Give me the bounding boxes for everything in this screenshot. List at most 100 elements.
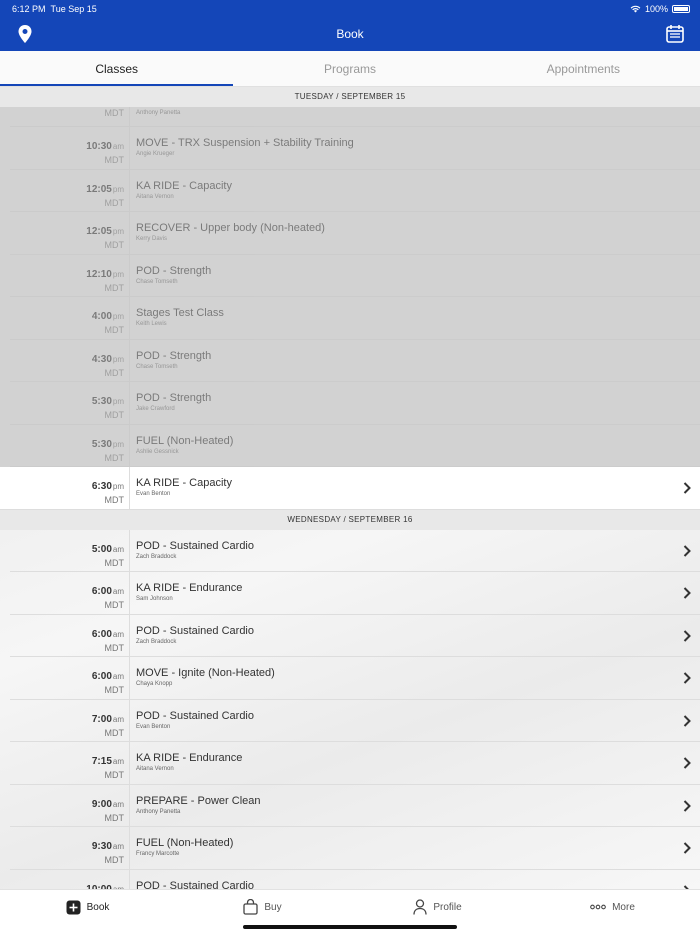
class-name: POD - Strength [136, 349, 212, 362]
class-name: POD - Sustained Cardio [136, 624, 254, 637]
class-info: POD - Sustained Cardio [136, 880, 254, 890]
class-time: 5:00 [91, 543, 112, 555]
instructor-name: Chase Tomseth [136, 363, 178, 370]
time-cell: 6:30pm MDT [10, 467, 130, 509]
class-row[interactable]: 7:00am MDT POD - Sustained Cardio Evan Bent… [10, 699, 700, 742]
tab-appointments[interactable]: Appointments [467, 51, 700, 86]
class-info: MOVE - TRX Suspension + Stability Traini… [136, 137, 354, 157]
class-info: Anthony Panetta [136, 110, 181, 116]
class-row: 10:30am MDT MOVE - TRX Suspension + Stabil… [10, 127, 700, 170]
date-header: TUESDAY / SEPTEMBER 15 [0, 87, 700, 107]
battery-percent: 100% [644, 3, 668, 14]
time-cell: 10:00am [10, 869, 130, 889]
class-ampm: pm [112, 269, 124, 279]
class-time: 6:00 [91, 671, 112, 682]
instructor-name: Ashlie Gessnick [136, 448, 179, 455]
class-row[interactable]: 9:30am MDT FUEL (Non-Heated) Francy Marcott… [10, 827, 700, 870]
class-time: 7:00 [91, 713, 112, 725]
chevron-right-icon [683, 842, 691, 854]
class-time: 4:30 [91, 353, 112, 365]
class-timezone: MDT [104, 155, 125, 165]
class-time: 12:10 [86, 268, 112, 280]
class-info: KA RIDE - Capacity Aitana Vernon [136, 180, 232, 200]
instructor-name: Zach Braddock [136, 553, 177, 560]
class-row[interactable]: 5:00am MDT POD - Sustained Cardio Zach Brad… [10, 529, 700, 572]
class-timezone: MDT [104, 642, 125, 653]
class-row[interactable]: 6:00am MDT KA RIDE - Endurance Sam Johnson [10, 572, 700, 615]
class-ampm: pm [112, 312, 124, 321]
class-time: 7:15 [91, 756, 112, 767]
instructor-name: Zach Braddock [136, 638, 177, 645]
class-name: KA RIDE - Capacity [136, 477, 232, 489]
tab-programs[interactable]: Programs [233, 51, 466, 86]
class-ampm: am [112, 544, 124, 554]
bottom-tab-book[interactable]: Book [0, 890, 175, 934]
instructor-name: Evan Benton [136, 723, 171, 730]
chevron-right-icon [683, 482, 691, 494]
instructor-name: Aitana Vernon [136, 193, 174, 200]
class-time: 5:30 [91, 396, 112, 407]
class-info: FUEL (Non-Heated) Ashlie Gessnick [136, 435, 233, 455]
class-timezone: MDT [104, 197, 125, 208]
class-timezone: MDT [104, 812, 125, 823]
date-header: WEDNESDAY / SEPTEMBER 16 [0, 509, 700, 530]
class-info: POD - Sustained Cardio Zach Braddock [136, 625, 254, 645]
bottom-tab-more[interactable]: More [525, 890, 700, 934]
class-name: POD - Sustained Cardio [136, 709, 254, 722]
class-row[interactable]: 6:30pm MDT KA RIDE - Capacity Evan Benton [0, 467, 700, 510]
class-time: 4:00 [91, 311, 112, 322]
class-timezone: MDT [104, 452, 125, 463]
class-timezone: MDT [104, 557, 125, 568]
class-row[interactable]: 7:15am MDT KA RIDE - Endurance Aitana Verno… [10, 742, 700, 785]
instructor-name: Keith Lewis [136, 321, 167, 327]
instructor-name: Sam Johnson [136, 596, 173, 602]
time-cell: 6:00am MDT [10, 572, 130, 614]
class-name: FUEL (Non-Heated) [136, 434, 234, 447]
time-cell: 5:30pm MDT [10, 424, 130, 466]
time-cell: 4:30pm MDT [10, 339, 130, 381]
class-row: 12:05pm MDT RECOVER - Upper body (Non-heat… [10, 212, 700, 255]
class-ampm: pm [112, 439, 124, 449]
class-row[interactable]: 6:00am MDT MOVE - Ignite (Non-Heated) Chaya… [10, 657, 700, 700]
class-time: 5:30 [91, 438, 112, 450]
bottom-tab-label: Profile [433, 901, 462, 913]
class-name: Stages Test Class [136, 307, 224, 319]
class-timezone: MDT [104, 727, 125, 738]
class-name: MOVE - Ignite (Non-Heated) [136, 667, 275, 679]
chevron-right-icon [683, 672, 691, 684]
class-time: 6:00 [91, 628, 112, 640]
class-row: 5:30pm MDT POD - Strength Jake Crawford [10, 382, 700, 425]
class-ampm: pm [112, 397, 124, 406]
person-icon [413, 899, 427, 915]
class-row-partial: MDT Anthony Panetta [10, 107, 700, 127]
class-timezone: MDT [104, 410, 125, 420]
class-info: POD - Sustained Cardio Evan Benton [136, 710, 254, 730]
class-ampm: am [112, 757, 124, 766]
class-row[interactable]: 6:00am MDT POD - Sustained Cardio Zach Brad… [10, 614, 700, 657]
time-cell: 5:00am MDT [10, 529, 130, 571]
time-cell: MDT [10, 107, 130, 126]
class-row[interactable]: 10:00am POD - Sustained Cardio [10, 869, 700, 890]
wednesday-upcoming-rows: 5:00am MDT POD - Sustained Cardio Zach Brad… [0, 529, 700, 890]
class-ampm: am [112, 672, 124, 681]
class-ampm: am [112, 714, 124, 724]
class-ampm: am [112, 142, 124, 151]
calendar-icon[interactable] [664, 23, 686, 45]
class-name: FUEL (Non-Heated) [136, 837, 234, 849]
bottom-tab-label: More [612, 901, 635, 913]
instructor-name: Chaya Knopp [136, 681, 173, 687]
class-info: KA RIDE - Endurance Aitana Vernon [136, 752, 242, 772]
time-cell: 12:05pm MDT [10, 169, 130, 211]
class-info: POD - Sustained Cardio Zach Braddock [136, 540, 254, 560]
book-plus-icon [66, 900, 81, 914]
tab-classes[interactable]: Classes [0, 51, 234, 86]
time-cell: 6:00am MDT [10, 657, 130, 699]
class-ampm: am [112, 842, 124, 851]
class-info: Stages Test Class Keith Lewis [136, 307, 224, 327]
instructor-name: Aitana Vernon [136, 766, 174, 772]
class-timezone: MDT [104, 282, 125, 293]
class-schedule-list[interactable]: TUESDAY / SEPTEMBER 15 MDT Anthony Panet… [0, 87, 700, 889]
chevron-right-icon [683, 544, 691, 557]
class-time: 6:30 [91, 481, 112, 492]
class-row[interactable]: 9:00am MDT PREPARE - Power Clean Anthony Pa… [10, 784, 700, 827]
